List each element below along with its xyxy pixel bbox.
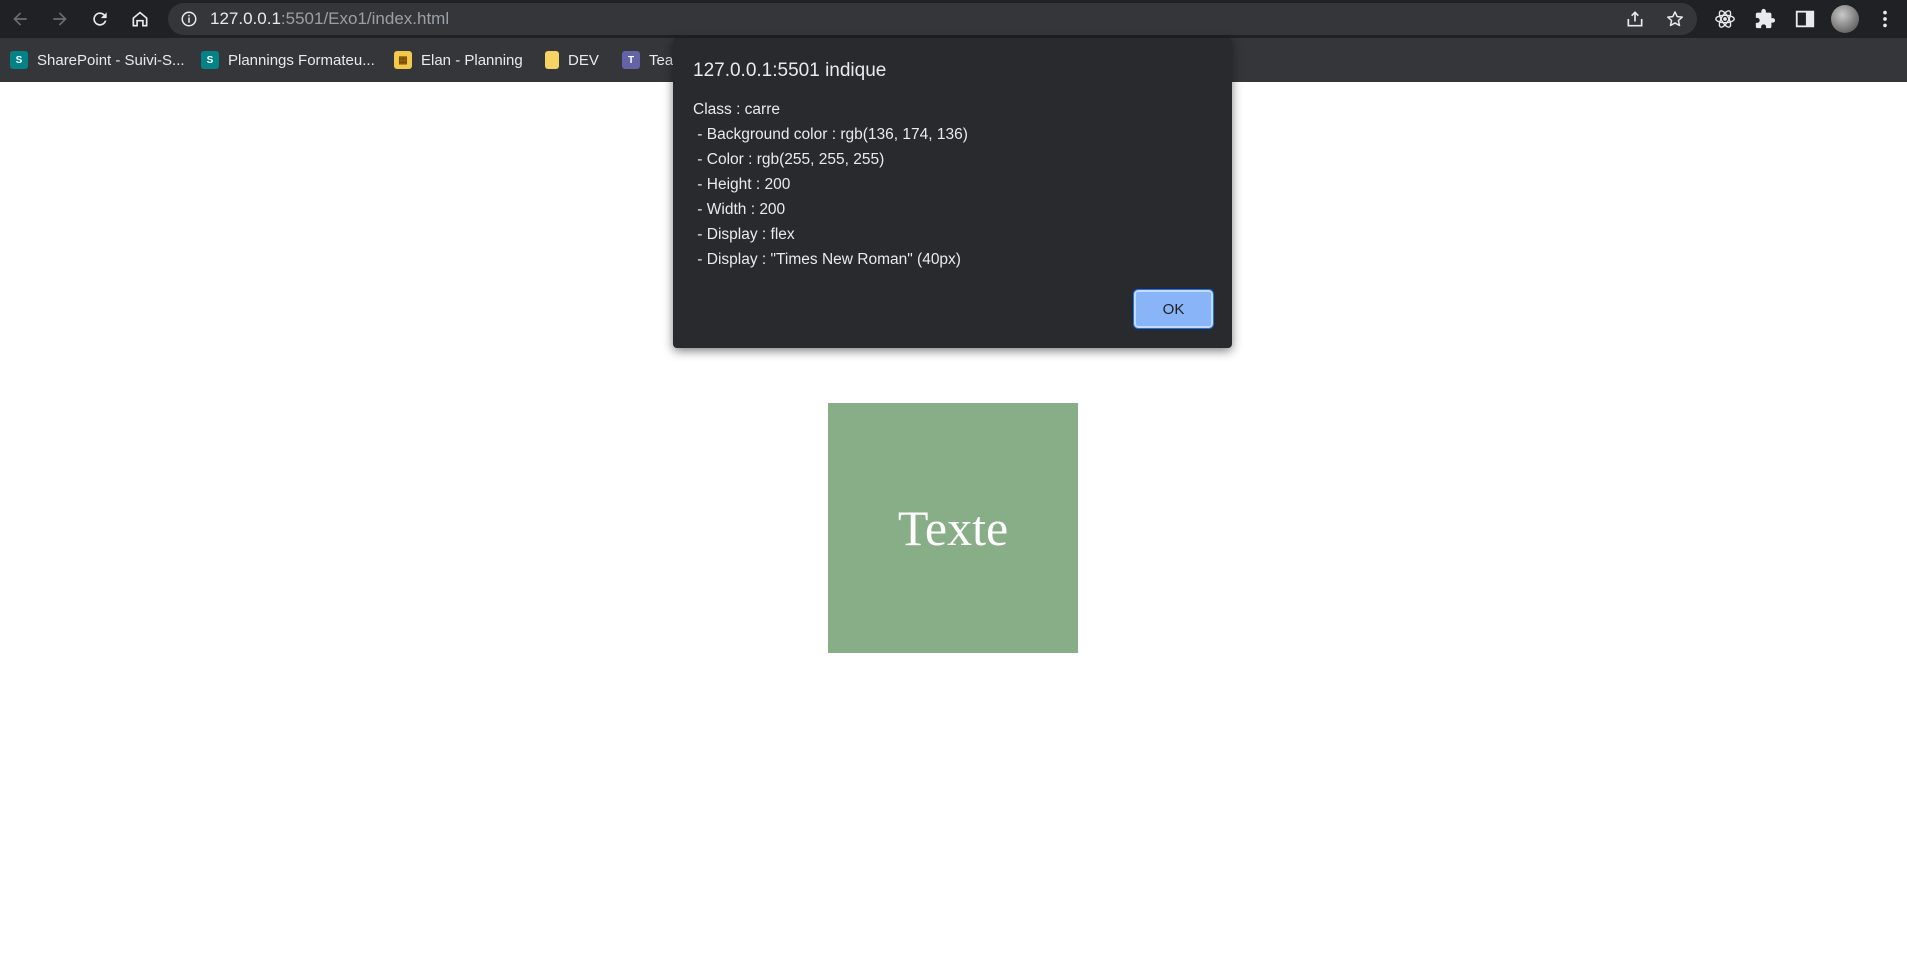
profile-avatar[interactable] <box>1831 5 1859 33</box>
url-text[interactable]: 127.0.0.1:5501/Exo1/index.html <box>210 9 449 29</box>
dialog-line-display: - Display : flex <box>693 226 795 243</box>
browser-toolbar: 127.0.0.1:5501/Exo1/index.html <box>0 0 1907 38</box>
ok-button[interactable]: OK <box>1133 289 1214 329</box>
folder-icon <box>545 51 559 69</box>
menu-button[interactable] <box>1871 5 1899 33</box>
star-icon <box>1667 11 1683 27</box>
alert-dialog: 127.0.0.1:5501 indique Class : carre - B… <box>673 38 1232 348</box>
dialog-line-font: - Display : "Times New Roman" (40px) <box>693 251 961 268</box>
puzzle-icon <box>1755 8 1776 29</box>
home-icon <box>132 11 148 27</box>
bookmark-star-button[interactable] <box>1664 8 1686 30</box>
url-path: :5501/Exo1/index.html <box>280 9 450 28</box>
dialog-line-background: - Background color : rgb(136, 174, 136) <box>693 126 968 143</box>
dialog-message: Class : carre - Background color : rgb(1… <box>693 97 968 272</box>
carre-text: Texte <box>897 500 1009 556</box>
side-panel-button[interactable] <box>1791 5 1819 33</box>
bookmark-label: Plannings Formateu... <box>228 51 375 69</box>
back-arrow-icon <box>13 12 27 26</box>
bookmark-label: Elan - Planning <box>421 51 523 69</box>
kebab-menu-icon <box>1883 10 1887 28</box>
bookmark-elan-planning[interactable]: ▦ Elan - Planning <box>394 48 523 72</box>
dialog-line-color: - Color : rgb(255, 255, 255) <box>693 151 885 168</box>
dialog-line-class: Class : carre <box>693 101 780 118</box>
bookmark-teams[interactable]: T Tea <box>622 48 673 72</box>
react-icon <box>1715 10 1735 28</box>
planning-icon: ▦ <box>394 51 412 69</box>
side-panel-icon <box>1795 10 1815 28</box>
bookmark-label: DEV <box>568 51 599 69</box>
sharepoint-icon: S <box>10 51 28 69</box>
forward-button[interactable] <box>44 4 76 34</box>
bookmark-dev[interactable]: DEV <box>545 48 599 72</box>
carre-box: Texte <box>828 403 1078 653</box>
share-button[interactable] <box>1624 8 1646 30</box>
dialog-line-height: - Height : 200 <box>693 176 791 193</box>
bookmark-sharepoint-suivi[interactable]: S SharePoint - Suivi-S... <box>10 48 185 72</box>
reload-button[interactable] <box>84 4 116 34</box>
dialog-line-width: - Width : 200 <box>693 201 786 218</box>
bookmark-plannings-formateurs[interactable]: S Plannings Formateu... <box>201 48 375 72</box>
url-host: 127.0.0.1 <box>210 9 281 28</box>
react-devtools-button[interactable] <box>1711 5 1739 33</box>
forward-arrow-icon <box>53 12 67 26</box>
site-info-icon[interactable] <box>180 10 198 28</box>
bookmark-label: Tea <box>649 51 674 69</box>
address-bar[interactable]: 127.0.0.1:5501/Exo1/index.html <box>168 3 1697 35</box>
teams-icon: T <box>622 51 640 69</box>
sharepoint-icon: S <box>201 51 219 69</box>
dialog-title: 127.0.0.1:5501 indique <box>693 60 887 81</box>
reload-icon <box>93 12 107 26</box>
share-icon <box>1627 11 1643 27</box>
bookmark-label: SharePoint - Suivi-S... <box>37 51 185 69</box>
back-button[interactable] <box>4 4 36 34</box>
home-button[interactable] <box>124 4 156 34</box>
extensions-button[interactable] <box>1751 5 1779 33</box>
